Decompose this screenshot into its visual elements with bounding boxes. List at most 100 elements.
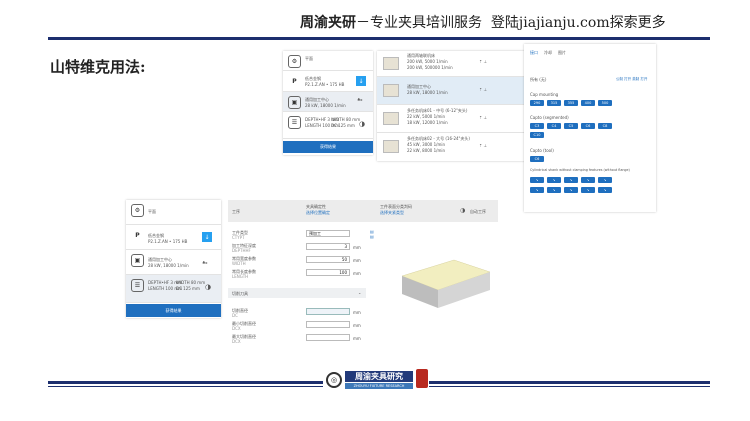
chip-shank[interactable]: ↘ — [581, 187, 595, 193]
chip-shank[interactable]: ↘ — [530, 187, 544, 193]
row-material[interactable]: P 低合金钢 P2.1.Z.AN • 175 HB ↓ — [126, 225, 221, 250]
machine-name: 通用加工中心 — [148, 257, 172, 262]
chip-c4[interactable]: C4 — [547, 123, 561, 129]
half-circle-icon: ◑ — [460, 207, 466, 214]
units-link[interactable]: 公制 打开 英制 打开 — [616, 77, 647, 82]
chip-shank[interactable]: ↘ — [564, 187, 578, 193]
dcx-max-input[interactable] — [306, 334, 350, 341]
machine-item-4-text: 多任务机床02 - 大号 (16-24"夹头) 45 kW, 3000 1/min… — [407, 136, 470, 154]
step-bar — [228, 200, 498, 222]
chip-shank[interactable]: ↘ — [530, 177, 544, 183]
width-input[interactable]: 50 — [306, 256, 350, 263]
chip-c8[interactable]: C8 — [598, 123, 612, 129]
face-mill-icon: ⚙ — [288, 55, 301, 68]
row-dimensions[interactable]: ☰ DEPTH•HF 3 mm LENGTH 100 mm WIDTH 80 mm DC… — [283, 112, 373, 139]
machine-item-4[interactable]: 多任务机床02 - 大号 (16-24"夹头) 45 kW, 3000 1/min… — [377, 133, 529, 161]
header-divider — [48, 37, 710, 40]
chip-c10[interactable]: C10 — [530, 132, 544, 138]
chip-shank[interactable]: ↘ — [581, 177, 595, 183]
page-title: 山特维克用法: — [50, 58, 146, 76]
cutting-tool-section[interactable] — [228, 288, 366, 298]
dcx-max-code: DCX — [232, 339, 241, 344]
face-mill-icon: ⚙ — [131, 204, 144, 217]
spindle-icon: ⇡ ⊥ — [479, 115, 488, 120]
width-code: WIDTH — [232, 261, 246, 266]
machine-icon: ▣ — [131, 254, 144, 267]
tab-cooling[interactable]: 冷却 — [544, 50, 552, 56]
chip-315[interactable]: 315 — [547, 100, 561, 106]
step-surface-sub: 选择夹紧类型 — [380, 210, 404, 215]
length-input[interactable]: 100 — [306, 269, 350, 276]
row-operation[interactable]: ⚙ 平面 — [126, 200, 221, 225]
chip-500[interactable]: 500 — [598, 100, 612, 106]
operation-label: 平面 — [148, 209, 156, 214]
machine-item-1-text: 通用两轴联机床 200 kW, 5000 1/min 200 kW, 500000 … — [407, 53, 453, 71]
spindle-icon: ⇡ ⊥ — [479, 87, 488, 92]
chip-capto-c6[interactable]: C6 — [530, 156, 544, 162]
dim-width: WIDTH 80 mm — [331, 117, 361, 122]
machine-item-1[interactable]: 通用两轴联机床 200 kW, 5000 1/min 200 kW, 500000 … — [377, 51, 529, 77]
machine-item-3[interactable]: 多任务机床01 - 中号 (6-12"夹头) 22 kW, 5000 1/min 1… — [377, 105, 529, 133]
machine-item-2[interactable]: 通用加工中心 28 kW, 18000 1/min ⇡ ⊥ — [377, 77, 529, 105]
chip-shank[interactable]: ↘ — [547, 177, 561, 183]
material-name: 低合金钢 — [305, 76, 321, 81]
dcx-min-unit: mm — [353, 323, 361, 328]
header-site: 登陆jiajianju.com探索更多 — [490, 15, 666, 31]
material-text: 低合金钢 P2.1.Z.AN • 175 HB — [148, 233, 187, 245]
material-text: 低合金钢 P2.1.Z.AN • 175 HB — [305, 76, 344, 88]
chip-shank[interactable]: ↘ — [598, 177, 612, 183]
step-operation[interactable]: 工序 — [232, 209, 240, 215]
chip-c6[interactable]: C6 — [581, 123, 595, 129]
depth-input[interactable]: 3 — [306, 243, 350, 250]
chip-290[interactable]: 290 — [530, 100, 544, 106]
chip-shank[interactable]: ↘ — [547, 187, 561, 193]
material-code: P2.1.Z.AN • 175 HB — [305, 82, 345, 87]
spindle-icon: ⇡ ⊥ — [479, 59, 488, 64]
material-edit-button[interactable]: ↓ — [356, 76, 366, 86]
chip-355[interactable]: 355 — [564, 100, 578, 106]
chip-c5[interactable]: C5 — [564, 123, 578, 129]
section-capto-seg: Capto (segmented) — [530, 115, 569, 120]
dims-right: WIDTH 80 mm DC 125 mm — [176, 280, 205, 292]
machine-item-2-text: 通用加工中心 28 kW, 18000 1/min — [407, 84, 448, 96]
m1-spec1: 200 kW, 5000 1/min — [407, 59, 448, 64]
step-auto[interactable]: 自动工序 — [470, 209, 486, 215]
row-operation[interactable]: ⚙ 平面 — [283, 51, 373, 71]
get-results-button[interactable]: 获得结果 — [283, 141, 373, 153]
m4-name: 多任务机床02 - 大号 (16-24"夹头) — [407, 136, 470, 141]
m4-spec1: 45 kW, 3000 1/min — [407, 142, 446, 147]
material-icon: P — [135, 232, 140, 239]
tab-interface[interactable]: 接口 — [530, 50, 538, 56]
depth-code: DEPTHHF — [232, 248, 251, 253]
dims-right: WIDTH 80 mm DC 125 mm — [331, 117, 360, 129]
machine-thumb-icon — [383, 112, 399, 125]
material-icon: P — [292, 78, 297, 85]
dcx-min-input[interactable] — [306, 321, 350, 328]
chip-c3[interactable]: C3 — [530, 123, 544, 129]
row-machine[interactable]: ▣ 通用加工中心 28 kW, 18000 1/min ♣▸ — [126, 250, 221, 275]
filter-none[interactable]: 所有 (无) — [530, 77, 546, 83]
operation-summary-panel-top: ⚙ 平面 P 低合金钢 P2.1.Z.AN • 175 HB ↓ ▣ 通用加工中心 28 k… — [283, 51, 373, 155]
operation-label: 平面 — [305, 56, 313, 61]
workpiece-type-select[interactable]: 预加工 — [306, 230, 350, 237]
m2-name: 通用加工中心 — [407, 84, 431, 89]
chevron-down-icon[interactable]: ⌄ — [358, 290, 361, 295]
m1-name: 通用两轴联机床 — [407, 53, 435, 58]
chip-400[interactable]: 400 — [581, 100, 595, 106]
material-edit-button[interactable]: ↓ — [202, 232, 212, 242]
header-brand: 周渝夹研 — [300, 15, 356, 31]
chip-shank[interactable]: ↘ — [564, 177, 578, 183]
spindle-icon: ♣▸ — [202, 260, 208, 265]
row-dimensions[interactable]: ☰ DEPTH•HF 3 mm LENGTH 100 mm WIDTH 80 mm DC… — [126, 275, 221, 303]
dc-input[interactable] — [306, 308, 350, 315]
m1-spec2: 200 kW, 500000 1/min — [407, 65, 453, 70]
get-results-button[interactable]: 获得结果 — [126, 304, 221, 317]
chip-shank[interactable]: ↘ — [598, 187, 612, 193]
row-machine[interactable]: ▣ 通用加工中心 28 kW, 18000 1/min ♣▸ — [283, 92, 373, 112]
cutting-tool-title: 切削刀具 — [232, 291, 248, 296]
side-icons[interactable]: ▤ ▤ — [370, 229, 374, 239]
tab-image[interactable]: 图片 — [558, 50, 566, 56]
row-material[interactable]: P 低合金钢 P2.1.Z.AN • 175 HB ↓ — [283, 71, 373, 92]
machine-name: 通用加工中心 — [305, 97, 329, 102]
section-cylindrical: Cylindrical shank without clamping featu… — [530, 168, 630, 172]
